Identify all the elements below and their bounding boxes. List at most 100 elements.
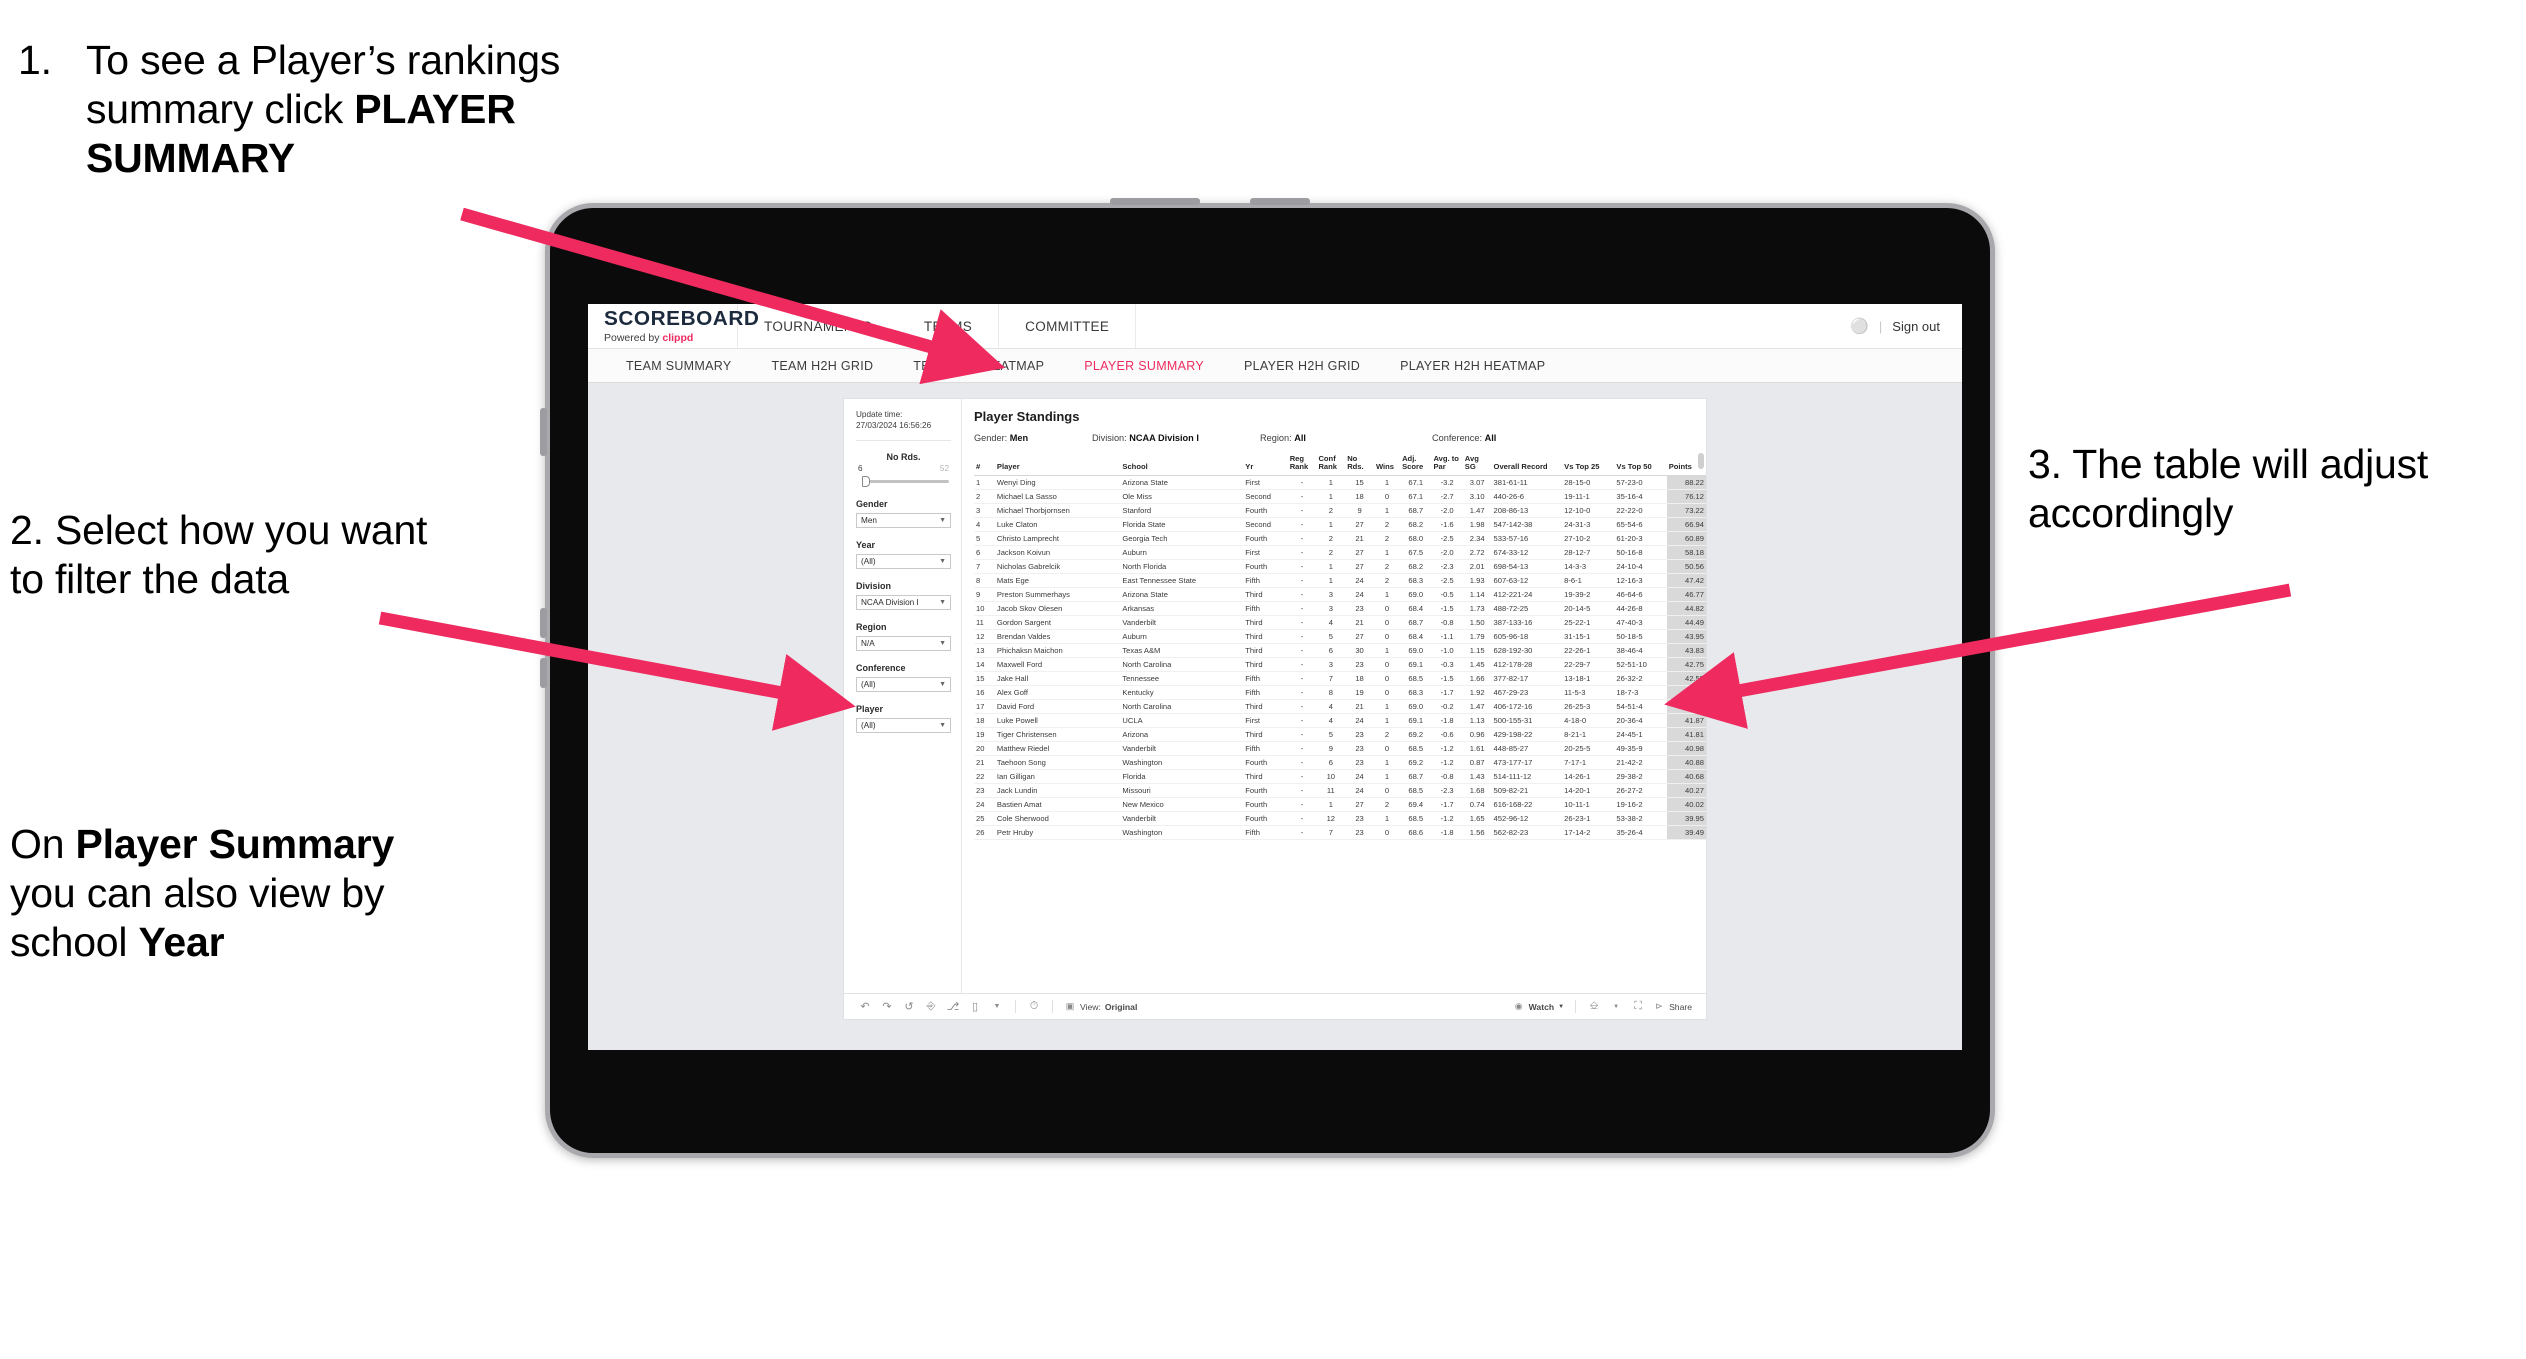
cell-adj-score: 68.2	[1400, 517, 1432, 533]
table-row[interactable]: 8 Mats Ege East Tennessee State Fifth -1 24 2 6…	[974, 573, 1706, 589]
redo-icon[interactable]: ↷	[876, 1000, 898, 1013]
cell-adj-score: 68.5	[1400, 783, 1432, 799]
slider-handle[interactable]	[862, 476, 870, 488]
table-row[interactable]: 17 David Ford North Carolina Third -4 21 1 69.0…	[974, 699, 1706, 715]
table-row[interactable]: 14 Maxwell Ford North Carolina Third -3 23 0 69…	[974, 657, 1706, 673]
tab-team-h2h-grid[interactable]: TEAM H2H GRID	[751, 359, 893, 373]
cell-conf-rank: 7	[1316, 671, 1346, 687]
undo-icon[interactable]: ↶	[854, 1000, 876, 1013]
table-row[interactable]: 5 Christo Lamprecht Georgia Tech Fourth -2 21…	[974, 531, 1706, 547]
tab-player-h2h-heatmap[interactable]: PLAYER H2H HEATMAP	[1380, 359, 1565, 373]
col-reg-rank[interactable]: Reg Rank	[1287, 453, 1317, 477]
cell-overall-record: 628-192-30	[1491, 643, 1563, 659]
tablet-top-button-1	[1110, 198, 1200, 205]
user-icon[interactable]: ⚪	[1850, 317, 1869, 335]
filter-region-select[interactable]: N/A ▼	[856, 636, 951, 652]
cell-yr: Fifth	[1243, 671, 1288, 687]
app-logo[interactable]: SCOREBOARD Powered by clippd	[588, 304, 759, 348]
table-row[interactable]: 18 Luke Powell UCLA First -4 24 1 69.1 -1.8 1.13 5…	[974, 713, 1706, 729]
secondary-nav: TEAM SUMMARY TEAM H2H GRID TEAM H2H HEAT…	[588, 349, 1962, 383]
cell-wins: 0	[1373, 615, 1401, 631]
cell-no-rds: 24	[1345, 587, 1374, 603]
cell-avg-sg: 1.79	[1462, 629, 1492, 645]
table-row[interactable]: 22 Ian Gilligan Florida Third -10 24 1 68.7 -0.8…	[974, 769, 1706, 785]
col-school[interactable]: School	[1120, 453, 1244, 477]
table-row[interactable]: 13 Phichaksn Maichon Texas A&M Third -6 30 1 69…	[974, 643, 1706, 659]
table-row[interactable]: 12 Brendan Valdes Auburn Third -5 27 0 68.4 -1.1…	[974, 629, 1706, 645]
nav-committee[interactable]: COMMITTEE	[998, 304, 1137, 348]
table-row[interactable]: 21 Taehoon Song Washington Fourth -6 23 1 69.2-…	[974, 755, 1706, 771]
table-row[interactable]: 9 Preston Summerhays Arizona State Third -3 2…	[974, 587, 1706, 603]
col-adj-score[interactable]: Adj. Score	[1400, 453, 1432, 477]
table-row[interactable]: 25 Cole Sherwood Vanderbilt Fourth -12 23 1 68.…	[974, 811, 1706, 827]
filter-year-select[interactable]: (All) ▼	[856, 554, 951, 570]
cell-wins: 2	[1373, 559, 1401, 575]
cell-overall-record: 412-178-28	[1491, 657, 1563, 673]
no-rounds-slider-track[interactable]	[856, 475, 951, 488]
app-logo-title: SCOREBOARD	[604, 307, 760, 330]
tablet-screen: SCOREBOARD Powered by clippd TOURNAMENTS…	[588, 304, 1962, 1050]
col-vs-top-25[interactable]: Vs Top 25	[1562, 453, 1615, 477]
col-player[interactable]: Player	[994, 453, 1121, 477]
filter-division-select[interactable]: NCAA Division I ▼	[856, 595, 951, 611]
cell-yr: Fourth	[1243, 783, 1288, 799]
cell-reg-rank: -	[1287, 713, 1317, 729]
table-row[interactable]: 24 Bastien Amat New Mexico Fourth -1 27 2 69.4-…	[974, 797, 1706, 813]
cell-overall-record: 605-96-18	[1491, 629, 1563, 645]
table-row[interactable]: 19 Tiger Christensen Arizona Third -5 23 2 69.2…	[974, 727, 1706, 743]
filter-conference-select[interactable]: (All) ▼	[856, 677, 951, 693]
table-row[interactable]: 11 Gordon Sargent Vanderbilt Third -4 21 0 68.7…	[974, 615, 1706, 631]
col-vs-top-50[interactable]: Vs Top 50	[1614, 453, 1667, 477]
filter-no-rounds[interactable]: No Rds. 6 52	[856, 452, 951, 488]
update-time: Update time: 27/03/2024 16:56:26	[856, 409, 951, 431]
table-row[interactable]: 7 Nicholas Gabrelcik North Florida Fourth -1…	[974, 559, 1706, 575]
table-row[interactable]: 3 Michael Thorbjornsen Stanford Fourth -2 9 1 6…	[974, 503, 1706, 519]
filter-region-value: N/A	[861, 639, 875, 649]
nav-teams[interactable]: TEAMS	[898, 304, 998, 348]
refresh-icon[interactable]: ⎆	[920, 1000, 942, 1013]
table-row[interactable]: 1 Wenyi Ding Arizona State First -1 15 1 67.1 -3…	[974, 475, 1706, 491]
cell-player: Alex Goff	[994, 685, 1121, 701]
col-conf-rank[interactable]: Conf Rank	[1316, 453, 1346, 477]
col-no-rds[interactable]: No Rds.	[1345, 453, 1374, 477]
table-row[interactable]: 4 Luke Claton Florida State Second -1 27 2 68.2…	[974, 517, 1706, 533]
filter-gender-select[interactable]: Men ▼	[856, 513, 951, 529]
table-row[interactable]: 2 Michael La Sasso Ole Miss Second -1 18 0 67.1…	[974, 489, 1706, 505]
cell-player: Jacob Skov Olesen	[994, 601, 1121, 617]
cell-yr: Fifth	[1243, 825, 1288, 841]
col-avg-par[interactable]: Avg. to Par	[1431, 453, 1463, 477]
cell-adj-score: 68.4	[1400, 601, 1432, 617]
table-row[interactable]: 16 Alex Goff Kentucky Fifth -8 19 0 68.3 -1.7 1.9…	[974, 685, 1706, 701]
table-row[interactable]: 23 Jack Lundin Missouri Fourth -11 24 0 68.5 -2.…	[974, 783, 1706, 799]
tab-player-summary[interactable]: PLAYER SUMMARY	[1064, 359, 1224, 373]
cell-avg-par: -1.8	[1431, 825, 1463, 841]
dashboard-area: Update time: 27/03/2024 16:56:26 No Rds.…	[588, 383, 1962, 1050]
nav-tournaments[interactable]: TOURNAMENTS	[738, 304, 898, 348]
cell-rank: 6	[974, 545, 995, 561]
col-rank[interactable]: #	[974, 453, 995, 477]
tab-team-summary[interactable]: TEAM SUMMARY	[606, 359, 751, 373]
col-wins[interactable]: Wins	[1373, 453, 1401, 477]
chevron-down-icon: ▼	[939, 640, 946, 648]
table-row[interactable]: 6 Jackson Koivun Auburn First -2 27 1 67.5 -2.0 2…	[974, 545, 1706, 561]
table-row[interactable]: 15 Jake Hall Tennessee Fifth -7 18 0 68.5 -1.5 1.…	[974, 671, 1706, 687]
annotation-step-1-line2-bold: PLAYER	[354, 86, 516, 133]
cell-school: UCLA	[1120, 713, 1244, 729]
pause-icon[interactable]: ⎇	[942, 1000, 964, 1013]
table-row[interactable]: 10 Jacob Skov Olesen Arkansas Fifth -3 23 0 68.…	[974, 601, 1706, 617]
standings-table-scroll[interactable]: # Player School Yr Reg Rank Conf Rank No…	[974, 443, 1706, 1027]
cell-points: 66.94	[1666, 517, 1706, 533]
sign-out-button[interactable]: Sign out	[1892, 319, 1940, 334]
cell-vs-top-50: 29-38-2	[1614, 769, 1667, 785]
col-overall-record[interactable]: Overall Record	[1491, 453, 1563, 477]
col-yr[interactable]: Yr	[1243, 453, 1288, 477]
col-avg-sg[interactable]: Avg SG	[1462, 453, 1492, 477]
tab-team-h2h-heatmap[interactable]: TEAM H2H HEATMAP	[893, 359, 1064, 373]
filter-player-select[interactable]: (All) ▼	[856, 718, 951, 734]
cell-vs-top-25: 11-5-3	[1562, 685, 1615, 701]
table-row[interactable]: 26 Petr Hruby Washington Fifth -7 23 0 68.6 -1.8…	[974, 825, 1706, 841]
revert-icon[interactable]: ↺	[898, 1000, 920, 1013]
tab-player-h2h-grid[interactable]: PLAYER H2H GRID	[1224, 359, 1380, 373]
vertical-scrollbar[interactable]	[1698, 453, 1704, 469]
table-row[interactable]: 20 Matthew Riedel Vanderbilt Fifth -9 23 0 68.5…	[974, 741, 1706, 757]
